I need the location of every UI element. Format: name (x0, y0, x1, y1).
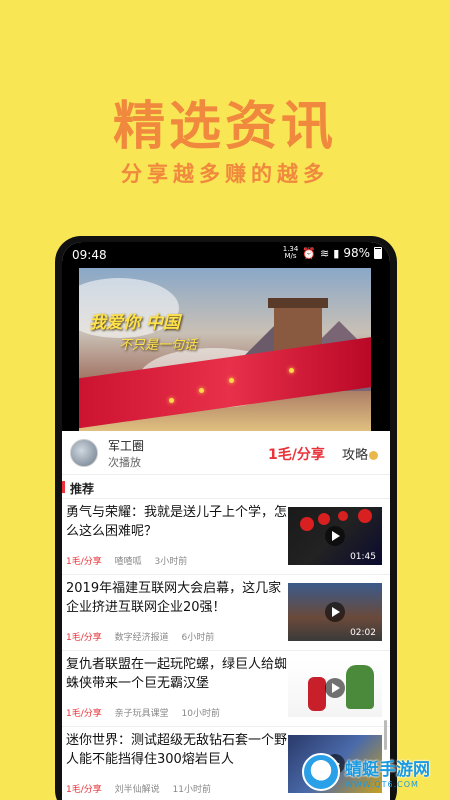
news-item[interactable]: 复仇者联盟在一起玩陀螺，绿巨人给蜘蛛侠带来一个巨无霸汉堡 1毛/分享 亲子玩具课… (62, 651, 390, 727)
alarm-icon: ⏰ (302, 246, 317, 260)
news-source: 亲子玩具课堂 (114, 709, 169, 719)
video-duration: 02:02 (350, 628, 376, 638)
news-reward: 1毛/分享 (66, 633, 102, 643)
news-title: 迷你世界：测试超级无敌钻石套一个野人能不能挡得住300熔岩巨人 (66, 733, 288, 767)
news-source: 刘半仙解说 (114, 785, 160, 795)
author-name[interactable]: 军工圈 (108, 437, 144, 454)
share-reward-button[interactable]: 1毛/分享 (268, 444, 325, 464)
wifi-icon: ≋ (320, 246, 330, 260)
tips-link[interactable]: 攻略 (342, 444, 379, 463)
play-icon (325, 602, 345, 622)
phone-screen: 09:48 1.34 M/s ⏰ ≋ ▮ 98% 我爱你 中国 不只是一句话 军… (62, 242, 390, 800)
news-time: 11小时前 (172, 785, 211, 795)
video-player[interactable]: 我爱你 中国 不只是一句话 (62, 268, 390, 431)
news-time: 6小时前 (181, 633, 215, 643)
promo-headline: 精选资讯 (112, 97, 337, 157)
news-meta: 1毛/分享 喳喳呱 3小时前 (66, 554, 197, 567)
news-reward: 1毛/分享 (66, 785, 102, 795)
play-count: 次播放 (108, 456, 141, 469)
dragonfly-logo-icon (302, 753, 340, 791)
news-reward: 1毛/分享 (66, 557, 102, 567)
news-time: 3小时前 (154, 557, 188, 567)
news-title: 勇气与荣耀：我就是送儿子上个学，怎么这么困难呢？ (66, 505, 288, 539)
status-icons: 1.34 M/s ⏰ ≋ ▮ 98% (283, 246, 382, 260)
news-reward: 1毛/分享 (66, 709, 102, 719)
play-icon (325, 526, 345, 546)
network-speed: 1.34 M/s (282, 245, 299, 260)
tab-recommend[interactable]: 推荐 (62, 475, 390, 499)
play-icon (325, 678, 345, 698)
news-thumbnail: 01:45 (288, 507, 382, 565)
promo-subline: 分享越多赚的越多 (121, 162, 329, 186)
site-watermark: 蜻蜓手游网 WWW.QT6.COM (302, 752, 430, 792)
news-item[interactable]: 2019年福建互联网大会启幕，这几家企业挤进互联网企业20强！ 1毛/分享 数字… (62, 575, 390, 651)
watermark-url: WWW.QT6.COM (345, 780, 419, 789)
signal-icon: ▮ (333, 246, 340, 260)
video-frame: 我爱你 中国 不只是一句话 (79, 268, 371, 431)
news-item[interactable]: 勇气与荣耀：我就是送儿子上个学，怎么这么困难呢？ 1毛/分享 喳喳呱 3小时前 … (62, 499, 390, 575)
battery-icon (374, 247, 382, 259)
news-source: 喳喳呱 (114, 557, 142, 567)
news-title: 2019年福建互联网大会启幕，这几家企业挤进互联网企业20强！ (66, 581, 282, 615)
news-meta: 1毛/分享 数字经济报道 6小时前 (66, 630, 224, 643)
news-title: 复仇者联盟在一起玩陀螺，绿巨人给蜘蛛侠带来一个巨无霸汉堡 (66, 657, 288, 691)
video-title-1: 我爱你 中国 (89, 313, 180, 333)
status-time: 09:48 (72, 248, 107, 262)
tab-indicator (62, 481, 65, 493)
tab-label: 推荐 (70, 482, 95, 496)
news-time: 10小时前 (181, 709, 220, 719)
news-thumbnail (288, 659, 382, 717)
video-duration: 01:45 (350, 552, 376, 562)
battery-percent: 98% (343, 246, 370, 260)
avatar[interactable] (70, 439, 98, 467)
video-title-2: 不只是一句话 (119, 338, 198, 353)
status-bar: 09:48 1.34 M/s ⏰ ≋ ▮ 98% (62, 242, 390, 268)
scrollbar[interactable] (384, 720, 387, 750)
news-meta: 1毛/分享 亲子玩具课堂 10小时前 (66, 706, 230, 719)
watermark-name: 蜻蜓手游网 (345, 760, 430, 780)
news-source: 数字经济报道 (114, 633, 169, 643)
author-row: 军工圈 次播放 1毛/分享 攻略 (62, 431, 390, 475)
coin-icon (369, 451, 379, 460)
news-thumbnail: 02:02 (288, 583, 382, 641)
news-meta: 1毛/分享 刘半仙解说 11小时前 (66, 782, 221, 795)
